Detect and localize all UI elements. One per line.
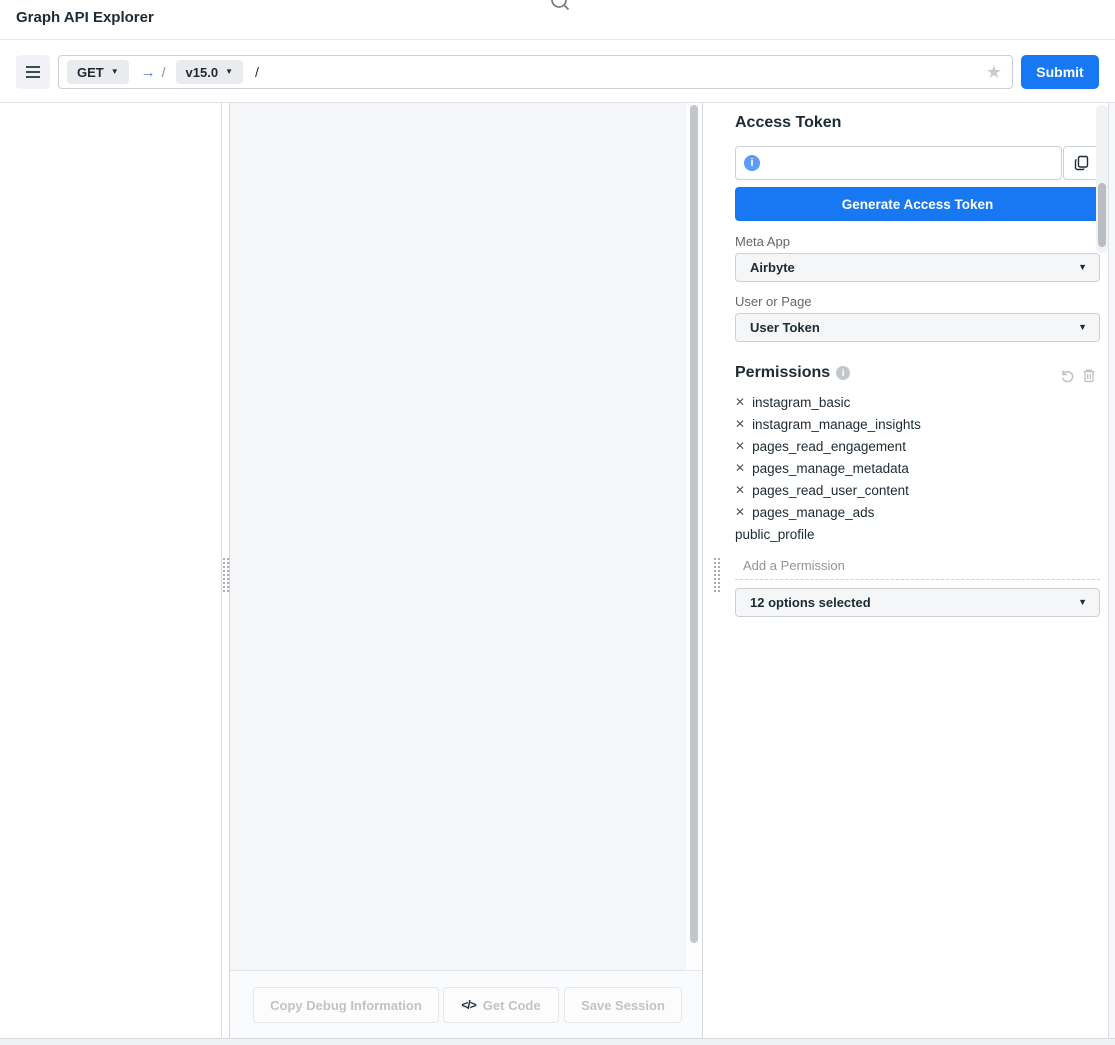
submit-button[interactable]: Submit [1021, 55, 1099, 89]
access-token-panel: Access Token i Generate Access Token Met… [722, 103, 1108, 1038]
save-session-label: Save Session [581, 998, 665, 1013]
permission-name: pages_read_user_content [752, 483, 909, 498]
version-dropdown[interactable]: v15.0 ▼ [176, 60, 243, 84]
version-label: v15.0 [186, 65, 219, 80]
chevron-down-icon: ▼ [1078, 323, 1087, 332]
chevron-down-icon: ▼ [225, 68, 233, 76]
method-label: GET [77, 65, 104, 80]
permission-row: ✕ pages_manage_ads [735, 501, 1100, 523]
chevron-down-icon: ▼ [111, 68, 119, 76]
access-token-heading: Access Token [735, 114, 841, 132]
chevron-down-icon: ▼ [1078, 263, 1087, 272]
session-footer: Copy Debug Information </> Get Code Save… [230, 970, 702, 1038]
permission-name: pages_manage_metadata [752, 461, 909, 476]
menu-button[interactable] [16, 55, 50, 89]
permission-name: pages_manage_ads [752, 505, 874, 520]
response-scrollbar-thumb[interactable] [690, 105, 698, 943]
panel-resize-handle-right[interactable] [712, 556, 720, 592]
arrow-icon: → [141, 64, 156, 81]
permissions-list: ✕ instagram_basic ✕ instagram_manage_ins… [735, 391, 1100, 543]
hamburger-icon [25, 65, 41, 79]
save-session-button[interactable]: Save Session [564, 987, 682, 1023]
undo-icon[interactable] [1060, 368, 1075, 383]
panel-resize-handle-left[interactable] [221, 556, 229, 592]
response-panel: Copy Debug Information </> Get Code Save… [229, 103, 703, 1038]
user-or-page-label: User or Page [735, 294, 812, 309]
request-url-box[interactable]: GET ▼ → / v15.0 ▼ / ★ [58, 55, 1013, 89]
copy-icon [1074, 155, 1090, 171]
meta-app-selected: Airbyte [750, 260, 795, 275]
meta-app-select[interactable]: Airbyte ▼ [735, 253, 1100, 282]
top-header: Graph API Explorer [0, 0, 1115, 40]
star-icon[interactable]: ★ [986, 63, 1002, 81]
copy-debug-button[interactable]: Copy Debug Information [253, 987, 439, 1023]
permission-name: instagram_basic [752, 395, 850, 410]
remove-permission-icon[interactable]: ✕ [735, 396, 745, 408]
get-code-button[interactable]: </> Get Code [443, 987, 559, 1023]
response-scrollbar-track[interactable] [686, 103, 702, 970]
permissions-options-select[interactable]: 12 options selected ▼ [735, 588, 1100, 617]
page-scrollbar-gutter[interactable] [1108, 103, 1115, 1038]
info-icon[interactable]: i [744, 155, 760, 171]
permission-row: public_profile [735, 523, 1100, 543]
permissions-header: Permissions i [735, 364, 850, 382]
page-title: Graph API Explorer [16, 9, 154, 26]
meta-app-label: Meta App [735, 234, 790, 249]
permission-name: public_profile [735, 527, 815, 542]
bottom-scrollbar-gutter[interactable] [0, 1038, 1115, 1045]
trash-icon[interactable] [1082, 368, 1096, 383]
search-icon[interactable] [549, 0, 571, 13]
chevron-down-icon: ▼ [1078, 598, 1087, 607]
url-pre-slash: / [162, 64, 166, 80]
permissions-heading: Permissions [735, 364, 830, 382]
remove-permission-icon[interactable]: ✕ [735, 418, 745, 430]
options-selected-summary: 12 options selected [750, 595, 871, 610]
copy-debug-label: Copy Debug Information [270, 998, 422, 1013]
generate-access-token-button[interactable]: Generate Access Token [735, 187, 1100, 221]
permission-row: ✕ pages_read_engagement [735, 435, 1100, 457]
user-or-page-select[interactable]: User Token ▼ [735, 313, 1100, 342]
method-dropdown[interactable]: GET ▼ [67, 60, 129, 84]
permission-name: pages_read_engagement [752, 439, 906, 454]
response-viewport [230, 103, 702, 970]
permissions-scrollbar-thumb[interactable] [1098, 183, 1106, 247]
request-path[interactable]: / [255, 64, 259, 80]
remove-permission-icon[interactable]: ✕ [735, 506, 745, 518]
user-or-page-selected: User Token [750, 320, 820, 335]
add-permission-input[interactable] [735, 551, 1100, 580]
access-token-input[interactable] [735, 146, 1062, 180]
copy-token-button[interactable] [1063, 146, 1100, 180]
permission-row: ✕ pages_manage_metadata [735, 457, 1100, 479]
remove-permission-icon[interactable]: ✕ [735, 440, 745, 452]
code-icon: </> [461, 998, 475, 1012]
permission-name: instagram_manage_insights [752, 417, 921, 432]
request-toolbar: GET ▼ → / v15.0 ▼ / ★ Submit [0, 40, 1115, 103]
permission-row: ✕ instagram_basic [735, 391, 1100, 413]
permission-row: ✕ instagram_manage_insights [735, 413, 1100, 435]
permission-row: ✕ pages_read_user_content [735, 479, 1100, 501]
get-code-label: Get Code [483, 998, 541, 1013]
left-sidebar-panel [0, 103, 222, 1038]
remove-permission-icon[interactable]: ✕ [735, 462, 745, 474]
permissions-scrollbar-track[interactable] [1096, 105, 1108, 253]
info-icon[interactable]: i [836, 366, 850, 380]
remove-permission-icon[interactable]: ✕ [735, 484, 745, 496]
